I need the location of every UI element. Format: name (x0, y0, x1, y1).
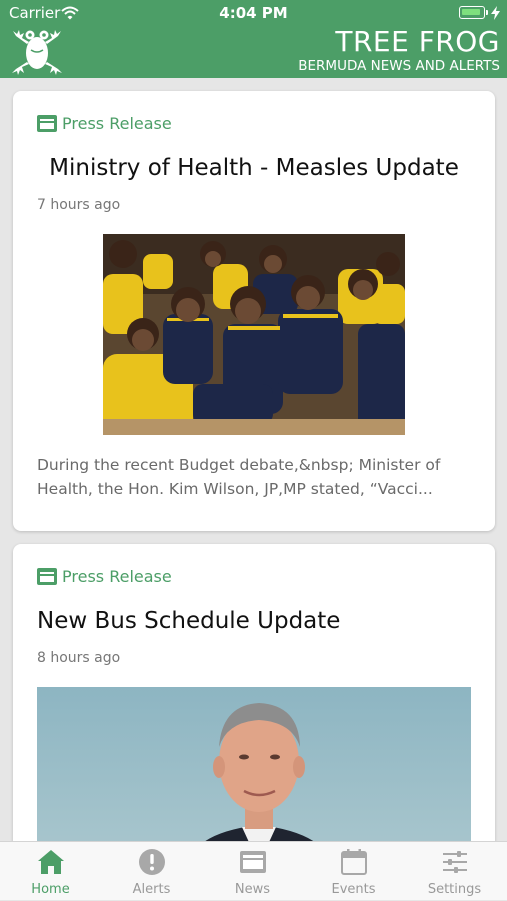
tab-alerts[interactable]: Alerts (101, 842, 202, 901)
charging-icon (491, 6, 500, 20)
settings-icon (443, 851, 467, 873)
status-time: 4:04 PM (219, 4, 288, 22)
tab-home[interactable]: Home (0, 842, 101, 901)
category-label: Press Release (37, 565, 172, 587)
article-excerpt: During the recent Budget debate,&nbsp; M… (37, 456, 441, 498)
article-title[interactable]: New Bus Schedule Update (37, 606, 471, 636)
tab-settings[interactable]: Settings (404, 842, 505, 901)
tab-events[interactable]: Events (303, 842, 404, 901)
article-card[interactable]: Press Release New Bus Schedule Update 8 … (13, 544, 495, 841)
home-icon (38, 850, 64, 874)
press-release-icon (37, 567, 57, 585)
article-timestamp: 8 hours ago (37, 650, 121, 666)
press-release-icon (37, 114, 57, 132)
portrait-photo-image (37, 687, 471, 841)
category-label: Press Release (37, 112, 172, 134)
app-subtitle: BERMUDA NEWS AND ALERTS (298, 58, 500, 74)
frog-logo-icon (12, 30, 62, 75)
article-title[interactable]: Ministry of Health - Measles Update (37, 153, 471, 183)
tab-label: Home (31, 882, 70, 897)
category-text: Press Release (62, 113, 172, 133)
calendar-icon (341, 849, 367, 875)
news-icon (240, 851, 266, 873)
article-photo[interactable] (37, 687, 471, 841)
children-photo-image (103, 234, 405, 435)
article-photo[interactable] (103, 234, 405, 435)
app-title: TREE FROG (335, 25, 500, 58)
article-card[interactable]: Press Release Ministry of Health - Measl… (13, 91, 495, 531)
tab-label: Alerts (132, 882, 171, 897)
battery-icon (459, 6, 488, 19)
tab-label: News (234, 882, 271, 897)
category-text: Press Release (62, 566, 172, 586)
alert-icon (139, 849, 165, 875)
article-timestamp: 7 hours ago (37, 197, 121, 213)
news-feed[interactable]: Press Release Ministry of Health - Measl… (0, 78, 507, 841)
status-bar: Carrier 4:04 PM (0, 0, 507, 26)
tab-label: Settings (427, 882, 482, 897)
tab-bar: Home Alerts News Events Settings (0, 841, 507, 900)
app-header: Carrier 4:04 PM TREE FROG BERMUDA NEWS A… (0, 0, 507, 78)
tab-label: Events (331, 882, 376, 897)
tab-news[interactable]: News (202, 842, 303, 901)
